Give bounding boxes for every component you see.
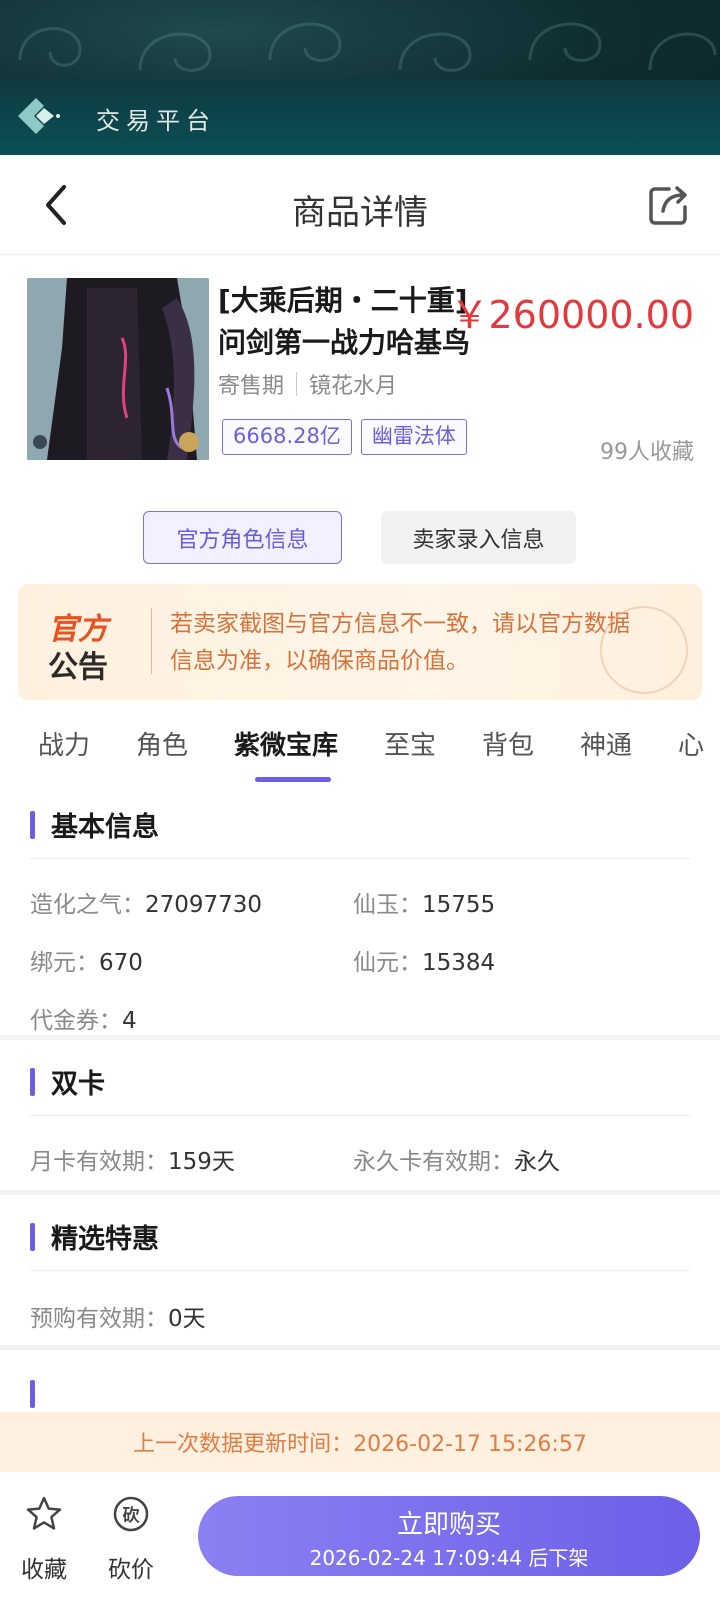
- info-row: 永久卡有效期：永久: [353, 1142, 560, 1176]
- tab-character[interactable]: 角色: [136, 725, 188, 762]
- favorite-button[interactable]: 收藏: [9, 1494, 79, 1584]
- info-value: 15755: [422, 892, 496, 918]
- tab-bag[interactable]: 背包: [482, 725, 534, 762]
- product-price: ￥260000.00: [450, 293, 695, 337]
- section-marker: [30, 810, 35, 839]
- section-basic-info: 基本信息 造化之气：27097730 仙玉：15755 绑元：670 仙元：15…: [0, 785, 720, 1035]
- info-value: 4: [122, 1008, 137, 1034]
- banner-pattern: [18, 22, 717, 72]
- favorite-count: 99人收藏: [600, 440, 694, 465]
- info-row: 预购有效期：0天: [30, 1299, 206, 1333]
- info-label: 代金券：: [30, 1008, 122, 1034]
- section-marker: [30, 1222, 35, 1251]
- app-banner: 交易平台: [0, 0, 720, 155]
- info-row: 仙元：15384: [353, 943, 495, 977]
- bargain-icon: 砍: [113, 1496, 149, 1532]
- tab-skills[interactable]: 神通: [580, 725, 632, 762]
- section-dual-card: 双卡 月卡有效期：159天 永久卡有效期：永久: [0, 1040, 720, 1190]
- buy-now-button[interactable]: 立即购买 2026-02-24 17:09:44 后下架: [198, 1496, 700, 1576]
- section-title: 双卡: [30, 1062, 105, 1101]
- section-divider: [30, 1115, 690, 1116]
- buy-now-label: 立即购买: [396, 1510, 501, 1540]
- page-header: 商品详情: [0, 155, 720, 255]
- sale-status: 寄售期: [218, 374, 285, 399]
- info-value: 0天: [168, 1306, 206, 1332]
- section-divider: [30, 1270, 690, 1271]
- info-row: 造化之气：27097730: [30, 885, 262, 919]
- section-title-text: 基本信息: [51, 812, 159, 843]
- svg-text:砍: 砍: [123, 1505, 141, 1526]
- share-button[interactable]: [645, 181, 693, 229]
- product-card: [大乘后期・二十重]问剑第一战力哈基鸟 ￥260000.00 寄售期 镜花水月 …: [0, 256, 720, 486]
- info-label: 造化之气：: [30, 892, 145, 918]
- section-next-partial: [0, 1350, 720, 1412]
- tab-indicator: [255, 777, 331, 782]
- info-value: 159天: [168, 1149, 235, 1175]
- tab-treasury[interactable]: 紫微宝库: [234, 725, 338, 762]
- info-row: 仙玉：15755: [353, 885, 495, 919]
- product-title: [大乘后期・二十重]问剑第一战力哈基鸟: [218, 284, 471, 359]
- info-label: 仙玉：: [353, 892, 422, 918]
- app-name: 交易平台: [96, 107, 216, 135]
- category-tabs: 战力 角色 紫微宝库 至宝 背包 神通 心: [0, 705, 720, 785]
- product-image[interactable]: [27, 278, 209, 460]
- info-label: 预购有效期：: [30, 1306, 168, 1332]
- star-icon: [26, 1496, 62, 1530]
- notice-badge-bottom: 公告: [48, 650, 108, 685]
- section-title-text: 精选特惠: [51, 1224, 159, 1255]
- info-label: 永久卡有效期：: [353, 1149, 514, 1175]
- section-title: 基本信息: [30, 805, 159, 844]
- server-name: 镜花水月: [309, 374, 398, 399]
- bargain-button[interactable]: 砍 砍价: [96, 1494, 166, 1584]
- official-info-button[interactable]: 官方角色信息: [143, 511, 342, 564]
- info-value: 27097730: [145, 892, 263, 918]
- bargain-label: 砍价: [108, 1557, 154, 1583]
- share-icon: [649, 186, 687, 225]
- info-label: 仙元：: [353, 950, 422, 976]
- info-value: 670: [99, 950, 143, 976]
- section-marker: [30, 1380, 35, 1408]
- tab-treasure[interactable]: 至宝: [384, 725, 436, 762]
- product-tags: 6668.28亿 幽雷法体: [222, 419, 467, 455]
- notice-text: 若卖家截图与官方信息不一致，请以官方数据信息为准，以确保商品价值。: [170, 611, 630, 674]
- info-row: 月卡有效期：159天: [30, 1142, 235, 1176]
- product-tag: 6668.28亿: [222, 419, 352, 455]
- page-title: 商品详情: [292, 193, 428, 233]
- info-row: 代金券：4: [30, 1001, 137, 1035]
- product-meta: 寄售期 镜花水月: [218, 368, 397, 400]
- section-title: 精选特惠: [30, 1217, 159, 1256]
- tab-combat[interactable]: 战力: [38, 725, 90, 762]
- info-row: 绑元：670: [30, 943, 143, 977]
- delist-time: 2026-02-24 17:09:44 后下架: [309, 1546, 589, 1570]
- character-illustration: [27, 278, 209, 460]
- section-title: [30, 1380, 51, 1408]
- bottom-action-bar: 收藏 砍 砍价 立即购买 2026-02-24 17:09:44 后下架: [0, 1472, 720, 1600]
- section-title-text: 双卡: [51, 1069, 105, 1100]
- favorite-label: 收藏: [21, 1557, 67, 1583]
- section-divider: [30, 858, 690, 859]
- product-tag: 幽雷法体: [360, 419, 467, 455]
- info-value: 永久: [514, 1149, 560, 1175]
- notice-divider: [151, 608, 152, 674]
- section-marker: [30, 1067, 35, 1096]
- meta-divider: [296, 372, 298, 396]
- info-label: 月卡有效期：: [30, 1149, 168, 1175]
- logo-icon: [18, 98, 60, 134]
- info-value: 15384: [422, 950, 496, 976]
- section-featured: 精选特惠 预购有效期：0天: [0, 1195, 720, 1345]
- info-label: 绑元：: [30, 950, 99, 976]
- tab-mind[interactable]: 心: [678, 725, 704, 762]
- update-time-bar: 上一次数据更新时间：2026-02-17 15:26:57: [0, 1412, 720, 1472]
- seller-info-button[interactable]: 卖家录入信息: [381, 511, 576, 564]
- official-notice: 官方 公告 若卖家截图与官方信息不一致，请以官方数据信息为准，以确保商品价值。: [18, 584, 702, 700]
- notice-badge: 官方 公告: [40, 602, 136, 685]
